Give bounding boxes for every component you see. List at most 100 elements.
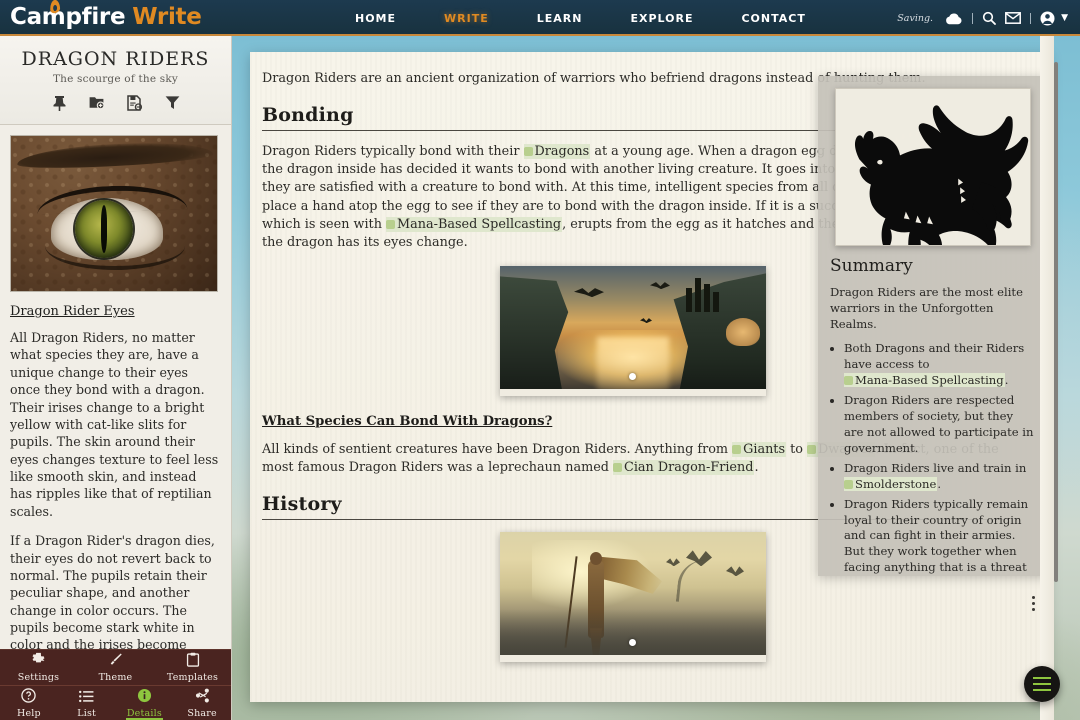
entity-chip-icon [386, 220, 395, 229]
sidebar-item-settings[interactable]: Settings [0, 650, 77, 685]
sidebar-item-label: Help [17, 708, 41, 719]
summary-intro: Dragon Riders are the most elite warrior… [830, 284, 1036, 333]
summary-body: Summary Dragon Riders are the most elite… [818, 246, 1048, 576]
page-scrollbar[interactable] [1054, 40, 1058, 716]
sidebar-item-list[interactable]: List [58, 686, 116, 720]
entity-chip-icon [613, 463, 622, 472]
menu-fab[interactable] [1024, 666, 1060, 702]
nav-link-write[interactable]: WRITE [444, 12, 489, 25]
bullet-text-a: Dragon Riders typically remain loyal to … [844, 497, 1028, 576]
sidebar-item-label: Details [127, 708, 162, 719]
info-circle-icon [137, 688, 152, 707]
sidebar-section-link-eyes[interactable]: Dragon Rider Eyes [10, 304, 221, 319]
entity-link-smolderstone[interactable]: Smolderstone [844, 477, 937, 491]
sidebar-footer-row-2: Help List Details [0, 685, 231, 720]
dragon-icon [836, 89, 1030, 245]
search-icon[interactable] [982, 11, 996, 25]
bullet-text-a: Dragon Riders are respected members of s… [844, 393, 1033, 455]
sidebar-subtitle: The scourge of the sky [8, 73, 223, 85]
sidebar-item-label: Settings [18, 672, 59, 683]
dragon-silhouette-image [835, 88, 1031, 246]
entity-chip-icon [844, 480, 853, 489]
sidebar-footer: Settings Theme Templates [0, 649, 231, 720]
entity-chip-icon [807, 445, 816, 454]
filter-icon[interactable] [165, 95, 180, 115]
entity-chip-icon [732, 445, 741, 454]
bullet-text-a: Both Dragons and their Riders have acces… [844, 341, 1024, 371]
pin-icon[interactable] [52, 95, 67, 115]
entity-chip-icon [844, 376, 853, 385]
account-icon[interactable] [1040, 11, 1055, 26]
document-image-warrior[interactable] [500, 532, 766, 662]
hamburger-line [1033, 677, 1051, 679]
entity-link-label: Giants [743, 442, 785, 457]
sidebar-item-label: Theme [99, 672, 133, 683]
brush-icon [108, 652, 123, 671]
bullet-text-b: . [1005, 373, 1009, 387]
sidebar-item-label: Share [187, 708, 216, 719]
sidebar-item-share[interactable]: Share [173, 686, 231, 720]
list-item: Both Dragons and their Riders have acces… [844, 341, 1036, 389]
nav-link-contact[interactable]: CONTACT [741, 12, 805, 25]
summary-heading: Summary [830, 256, 1036, 276]
app-root: Campfire Write HOME WRITE LEARN EXPLORE … [0, 0, 1080, 720]
bullet-text-a: Dragon Riders live and train in [844, 461, 1026, 475]
sidebar-item-details[interactable]: Details [116, 686, 174, 720]
entity-link-mana-based-spellcasting[interactable]: Mana-Based Spellcasting [386, 217, 562, 232]
document-image-sunset-cliffs[interactable] [500, 266, 766, 396]
entity-link-label: Cian Dragon-Friend [624, 460, 753, 475]
list-icon [79, 688, 94, 707]
sidebar-item-label: Templates [167, 672, 218, 683]
mail-icon[interactable] [1005, 12, 1021, 24]
bullet-text-b: . [937, 477, 941, 491]
sidebar-header: DRAGON RIDERS The scourge of the sky [0, 36, 231, 125]
sidebar-toolbar [8, 95, 223, 115]
save-status-label: Saving. [897, 13, 933, 24]
save-document-icon[interactable] [127, 95, 143, 115]
nav-link-explore[interactable]: EXPLORE [630, 12, 693, 25]
brand-name-secondary: Write [132, 4, 201, 30]
top-navigation-bar: Campfire Write HOME WRITE LEARN EXPLORE … [0, 0, 1080, 36]
summary-panel: Summary Dragon Riders are the most elite… [818, 76, 1048, 576]
sidebar-item-theme[interactable]: Theme [77, 650, 154, 685]
nav-link-home[interactable]: HOME [355, 12, 396, 25]
list-item: Dragon Riders typically remain loyal to … [844, 497, 1036, 576]
entity-chip-icon [524, 147, 533, 156]
sidebar-item-help[interactable]: Help [0, 686, 58, 720]
options-menu-icon[interactable] [1026, 592, 1040, 614]
nav-divider-2 [1030, 13, 1031, 24]
clipboard-icon [186, 652, 200, 671]
species-text-d: . [754, 460, 758, 475]
sidebar-item-templates[interactable]: Templates [154, 650, 231, 685]
gear-icon [31, 652, 46, 671]
add-folder-icon[interactable] [89, 95, 105, 115]
nav-divider-1 [972, 13, 973, 24]
sidebar-footer-row-1: Settings Theme Templates [0, 649, 231, 685]
entity-link-label: Smolderstone [855, 477, 936, 491]
nav-link-learn[interactable]: LEARN [537, 12, 583, 25]
sidebar-title: DRAGON RIDERS [8, 48, 223, 70]
brand-logo[interactable]: Campfire Write [10, 4, 202, 30]
entity-link-giants[interactable]: Giants [732, 442, 786, 457]
summary-bullet-list: Both Dragons and their Riders have acces… [844, 341, 1036, 576]
dragon-rider-eye-image [10, 135, 218, 292]
chevron-down-icon[interactable]: ▼ [1061, 13, 1068, 23]
sidebar-content: Dragon Rider Eyes All Dragon Riders, no … [0, 125, 231, 649]
entity-link-dragons[interactable]: Dragons [524, 144, 591, 159]
subheading-species[interactable]: What Species Can Bond With Dragons? [262, 414, 552, 429]
entity-link-cian-dragon-friend[interactable]: Cian Dragon-Friend [613, 460, 754, 475]
sidebar-item-label: List [77, 708, 96, 719]
left-sidebar: DRAGON RIDERS The scourge of the sky [0, 36, 232, 720]
cloud-icon[interactable] [944, 12, 963, 25]
sidebar-paragraph-2: If a Dragon Rider's dragon dies, their e… [10, 532, 221, 649]
entity-link-label: Mana-Based Spellcasting [397, 217, 561, 232]
bonding-text-a: Dragon Riders typically bond with their [262, 144, 524, 159]
entity-link-mana-based-spellcasting[interactable]: Mana-Based Spellcasting [844, 373, 1005, 387]
nav-right-cluster: Saving. ▼ [897, 0, 1068, 36]
species-text-a: All kinds of sentient creatures have bee… [262, 442, 732, 457]
share-icon [195, 688, 210, 707]
question-circle-icon [21, 688, 36, 707]
page-right-edge [1040, 36, 1054, 720]
brand-name-primary: Campfire [10, 4, 125, 30]
species-text-b: to [786, 442, 807, 457]
